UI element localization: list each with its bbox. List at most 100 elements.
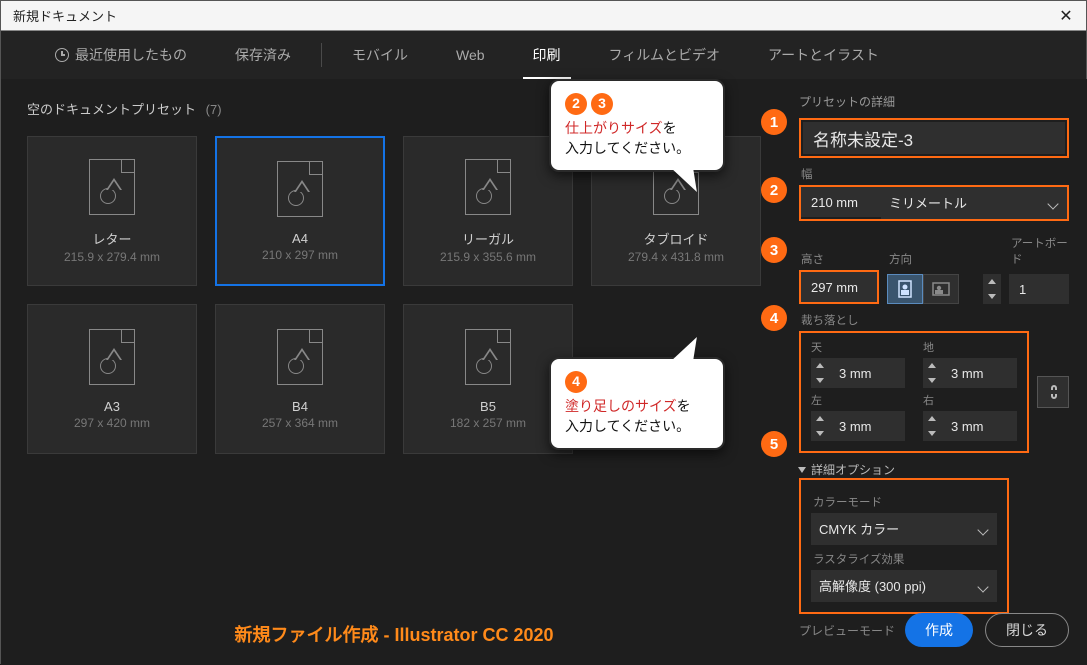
bleed-stepper[interactable] xyxy=(811,358,829,388)
preset-name: タブロイド xyxy=(643,229,708,248)
preset-name-input[interactable] xyxy=(803,122,1065,154)
label-bleed: 裁ち落とし xyxy=(801,312,1069,328)
label-bleed-bottom: 地 xyxy=(923,339,1017,355)
callout-bleed: 4 塗り足しのサイズを 入力してください。 xyxy=(549,357,725,450)
anno-badge-3: 3 xyxy=(761,237,787,263)
preset-name: B5 xyxy=(480,399,496,414)
tab-film[interactable]: フィルムとビデオ xyxy=(585,31,744,79)
tab-recent[interactable]: 最近使用したもの xyxy=(31,31,211,79)
document-icon xyxy=(465,159,511,215)
document-icon xyxy=(89,159,135,215)
tab-saved[interactable]: 保存済み xyxy=(211,31,315,79)
artboards-input[interactable] xyxy=(1009,274,1069,304)
preset-a4[interactable]: A4 210 x 297 mm xyxy=(215,136,385,286)
document-icon xyxy=(89,329,135,385)
window-title: 新規ドキュメント xyxy=(13,6,1054,25)
preset-name: B4 xyxy=(292,399,308,414)
height-input[interactable] xyxy=(801,272,877,302)
preset-size: 215.9 x 355.6 mm xyxy=(440,250,536,264)
preset-name: A3 xyxy=(104,399,120,414)
preset-detail-heading: プリセットの詳細 xyxy=(799,93,1069,110)
chevron-down-icon xyxy=(979,581,989,591)
tab-web[interactable]: Web xyxy=(432,31,509,79)
bleed-bottom-input[interactable] xyxy=(941,358,1017,388)
preset-a3[interactable]: A3 297 x 420 mm xyxy=(27,304,197,454)
preset-b5[interactable]: B5 182 x 257 mm xyxy=(403,304,573,454)
preset-size: 279.4 x 431.8 mm xyxy=(628,250,724,264)
bleed-stepper[interactable] xyxy=(923,358,941,388)
label-bleed-right: 右 xyxy=(923,392,1017,408)
callout-badge-4: 4 xyxy=(565,371,587,393)
label-colormode: カラーモード xyxy=(813,494,997,510)
callout-red-text: 仕上がりサイズ xyxy=(565,120,663,136)
tab-mobile[interactable]: モバイル xyxy=(328,31,432,79)
bleed-group: 天 地 左 右 xyxy=(801,333,1027,451)
label-artboards: アートボード xyxy=(1011,235,1069,267)
document-icon xyxy=(465,329,511,385)
document-icon xyxy=(277,161,323,217)
label-bleed-top: 天 xyxy=(811,339,905,355)
preset-size: 297 x 420 mm xyxy=(74,416,150,430)
bleed-right-input[interactable] xyxy=(941,411,1017,441)
create-button[interactable]: 作成 xyxy=(905,613,973,647)
width-row-highlight: ミリメートル xyxy=(799,185,1069,221)
colormode-select[interactable]: CMYK カラー xyxy=(811,513,997,545)
bleed-stepper[interactable] xyxy=(811,411,829,441)
preset-letter[interactable]: レター 215.9 x 279.4 mm xyxy=(27,136,197,286)
orientation-landscape[interactable] xyxy=(923,274,959,304)
advanced-toggle[interactable]: 詳細オプション xyxy=(799,461,1069,478)
preset-legal[interactable]: リーガル 215.9 x 355.6 mm xyxy=(403,136,573,286)
link-icon xyxy=(1046,383,1060,401)
chevron-down-icon xyxy=(979,524,989,534)
close-icon[interactable]: ✕ xyxy=(1054,4,1078,28)
callout-size: 2 3 仕上がりサイズを 入力してください。 xyxy=(549,79,725,172)
callout-badge-3: 3 xyxy=(591,93,613,115)
bleed-top-input[interactable] xyxy=(829,358,905,388)
artboards-stepper[interactable] xyxy=(983,274,1001,304)
width-input[interactable] xyxy=(801,187,881,217)
tab-print[interactable]: 印刷 xyxy=(509,31,585,79)
preset-name-highlight xyxy=(799,118,1069,158)
presets-count: (7) xyxy=(206,102,222,117)
tab-separator xyxy=(321,43,322,67)
category-tabs: 最近使用したもの 保存済み モバイル Web 印刷 フィルムとビデオ アートとイ… xyxy=(1,31,1086,79)
label-bleed-left: 左 xyxy=(811,392,905,408)
bleed-link-button[interactable] xyxy=(1037,376,1069,408)
chevron-down-icon xyxy=(1049,198,1059,208)
height-highlight xyxy=(799,270,879,304)
preset-name: A4 xyxy=(292,231,308,246)
preset-size: 182 x 257 mm xyxy=(450,416,526,430)
tab-recent-label: 最近使用したもの xyxy=(75,45,187,65)
stepper-up-icon[interactable] xyxy=(983,274,1001,289)
callout-red-text: 塗り足しのサイズ xyxy=(565,398,677,414)
clock-icon xyxy=(55,48,69,62)
disclosure-triangle-icon xyxy=(798,467,806,473)
anno-badge-4: 4 xyxy=(761,305,787,331)
units-select[interactable]: ミリメートル xyxy=(881,187,1067,219)
preset-name: レター xyxy=(92,229,131,248)
preset-b4[interactable]: B4 257 x 364 mm xyxy=(215,304,385,454)
bleed-stepper[interactable] xyxy=(923,411,941,441)
label-raster: ラスタライズ効果 xyxy=(813,551,997,567)
preset-size: 215.9 x 279.4 mm xyxy=(64,250,160,264)
preset-size: 210 x 297 mm xyxy=(262,248,338,262)
label-height: 高さ xyxy=(801,251,879,267)
stepper-down-icon[interactable] xyxy=(983,289,1001,304)
bleed-left-input[interactable] xyxy=(829,411,905,441)
preset-size: 257 x 364 mm xyxy=(262,416,338,430)
close-button[interactable]: 閉じる xyxy=(985,613,1069,647)
orientation-group xyxy=(887,274,975,304)
document-icon xyxy=(277,329,323,385)
tab-art[interactable]: アートとイラスト xyxy=(744,31,903,79)
raster-select[interactable]: 高解像度 (300 ppi) xyxy=(811,570,997,602)
preset-name: リーガル xyxy=(462,229,514,248)
titlebar: 新規ドキュメント ✕ xyxy=(1,1,1086,31)
advanced-label: 詳細オプション xyxy=(811,461,895,478)
advanced-highlight: カラーモード CMYK カラー ラスタライズ効果 高解像度 (300 ppi) xyxy=(799,478,1009,614)
anno-badge-5: 5 xyxy=(761,431,787,457)
anno-badge-2: 2 xyxy=(761,177,787,203)
label-width: 幅 xyxy=(801,166,1069,182)
orientation-portrait[interactable] xyxy=(887,274,923,304)
bottom-caption: 新規ファイル作成 - Illustrator CC 2020 xyxy=(1,621,787,647)
callout-badge-2: 2 xyxy=(565,93,587,115)
